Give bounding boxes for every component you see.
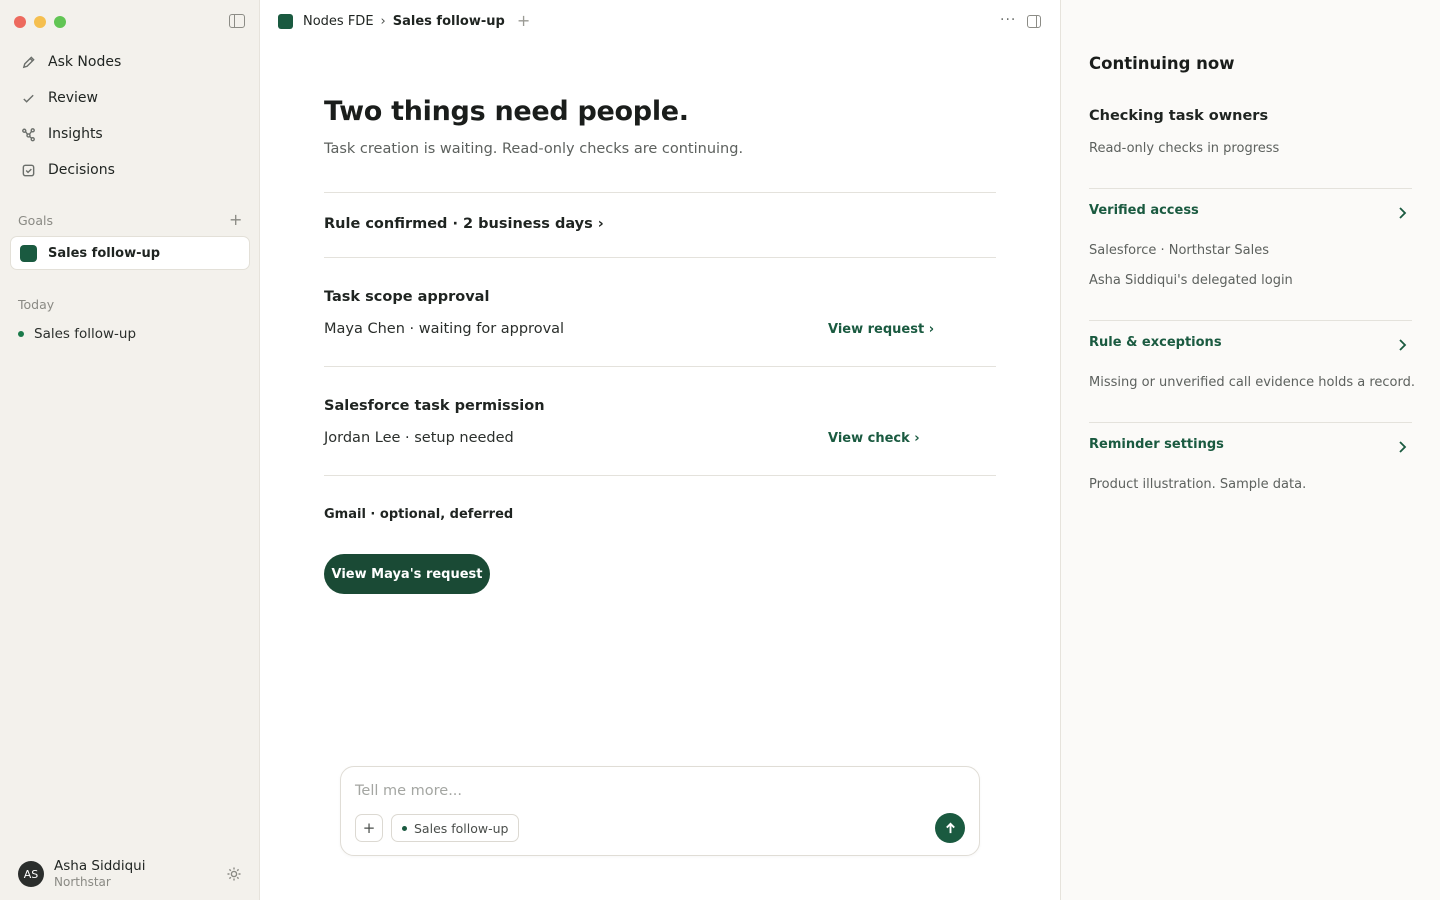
gmail-status: Gmail · optional, deferred	[324, 507, 514, 522]
graph-nodes-icon	[20, 126, 36, 142]
status-dot-icon	[18, 331, 24, 337]
close-window-button[interactable]	[14, 16, 26, 28]
send-button[interactable]	[935, 813, 965, 843]
right-panel-toggle-icon[interactable]	[1027, 15, 1041, 28]
avatar: AS	[18, 861, 44, 887]
context-chip[interactable]: Sales follow-up	[391, 814, 520, 842]
divider	[324, 192, 996, 193]
divider	[1089, 188, 1412, 189]
message-composer: Tell me more... + Sales follow-up	[340, 766, 980, 856]
goal-item-label: Sales follow-up	[48, 245, 161, 261]
user-name: Asha Siddiqui	[54, 858, 146, 874]
user-org: Northstar	[54, 875, 111, 889]
pencil-icon	[20, 54, 36, 70]
page-subtitle: Task creation is waiting. Read-only chec…	[324, 141, 744, 157]
nav-item-label: Decisions	[48, 162, 115, 178]
more-options-icon[interactable]: ···	[1000, 12, 1016, 28]
chevron-right-icon[interactable]	[1397, 336, 1407, 351]
task-scope-approval-title: Task scope approval	[324, 289, 490, 305]
zoom-window-button[interactable]	[54, 16, 66, 28]
rule-exceptions-line: Missing or unverified call evidence hold…	[1089, 375, 1415, 390]
status-title: Checking task owners	[1089, 108, 1269, 124]
checkbox-icon	[20, 162, 36, 178]
verified-access-line: Asha Siddiqui's delegated login	[1089, 273, 1293, 288]
nav-item-ask-nodes[interactable]: Ask Nodes	[10, 44, 250, 80]
chevron-right-icon[interactable]	[1397, 204, 1407, 219]
status-dot-icon	[402, 825, 407, 831]
add-goal-button[interactable]: +	[229, 211, 242, 229]
goals-section-label: Goals	[18, 213, 53, 228]
today-item-label: Sales follow-up	[34, 326, 137, 342]
today-item-sales-follow-up[interactable]: Sales follow-up	[18, 326, 136, 342]
add-tab-button[interactable]: +	[517, 13, 530, 29]
goal-color-swatch	[20, 244, 37, 262]
rule-confirmed-link[interactable]: Rule confirmed · 2 business days ›	[324, 216, 604, 232]
goal-item-sales-follow-up[interactable]: Sales follow-up	[10, 236, 250, 270]
right-panel-heading: Continuing now	[1089, 54, 1235, 73]
top-bar: Nodes FDE › Sales follow-up + ···	[260, 0, 1060, 44]
chevron-right-icon[interactable]	[1397, 438, 1407, 453]
view-check-link[interactable]: View check ›	[828, 431, 920, 446]
page-title: Two things need people.	[324, 96, 689, 127]
view-request-link[interactable]: View request ›	[828, 322, 934, 337]
sample-data-note: Product illustration. Sample data.	[1089, 477, 1307, 492]
check-icon	[20, 90, 36, 106]
divider	[324, 475, 996, 476]
today-section-label: Today	[18, 297, 55, 312]
sidebar-nav: Ask Nodes Review Insights Decisions	[10, 44, 250, 188]
nav-item-review[interactable]: Review	[10, 80, 250, 116]
settings-sun-icon[interactable]	[226, 866, 242, 882]
arrow-up-icon	[945, 822, 955, 833]
breadcrumb-workspace[interactable]: Nodes FDE	[303, 14, 374, 29]
nav-item-label: Ask Nodes	[48, 54, 122, 70]
salesforce-permission-title: Salesforce task permission	[324, 398, 545, 414]
breadcrumb-separator: ›	[380, 13, 386, 29]
view-maya-request-button[interactable]: View Maya's request	[324, 554, 490, 594]
task-scope-approval-status: Maya Chen · waiting for approval	[324, 321, 565, 337]
window-controls	[14, 16, 66, 28]
main-header: Two things need people. Task creation is…	[324, 96, 996, 157]
verified-access-link[interactable]: Verified access	[1089, 203, 1199, 218]
sidebar-toggle-icon[interactable]	[229, 14, 245, 28]
user-profile[interactable]: AS Asha Siddiqui Northstar	[18, 858, 145, 890]
minimize-window-button[interactable]	[34, 16, 46, 28]
status-text: Read-only checks in progress	[1089, 141, 1280, 156]
sidebar: Ask Nodes Review Insights Decisions Goal…	[0, 0, 260, 900]
nav-item-decisions[interactable]: Decisions	[10, 152, 250, 188]
workspace-swatch-icon	[278, 13, 293, 29]
nav-item-label: Review	[48, 90, 98, 106]
composer-add-button[interactable]: +	[355, 814, 383, 842]
divider	[1089, 422, 1412, 423]
nav-item-insights[interactable]: Insights	[10, 116, 250, 152]
salesforce-permission-status: Jordan Lee · setup needed	[324, 430, 514, 446]
reminder-settings-link[interactable]: Reminder settings	[1089, 437, 1224, 452]
breadcrumb: Nodes FDE › Sales follow-up +	[278, 13, 530, 29]
right-panel: Continuing now Checking task owners Read…	[1060, 0, 1440, 900]
nav-item-label: Insights	[48, 126, 103, 142]
context-chip-label: Sales follow-up	[414, 820, 509, 836]
verified-access-line: Salesforce · Northstar Sales	[1089, 243, 1270, 258]
breadcrumb-current[interactable]: Sales follow-up	[393, 14, 505, 29]
divider	[324, 366, 996, 367]
composer-input[interactable]: Tell me more...	[355, 783, 462, 799]
divider	[324, 257, 996, 258]
rule-exceptions-link[interactable]: Rule & exceptions	[1089, 335, 1222, 350]
divider	[1089, 320, 1412, 321]
